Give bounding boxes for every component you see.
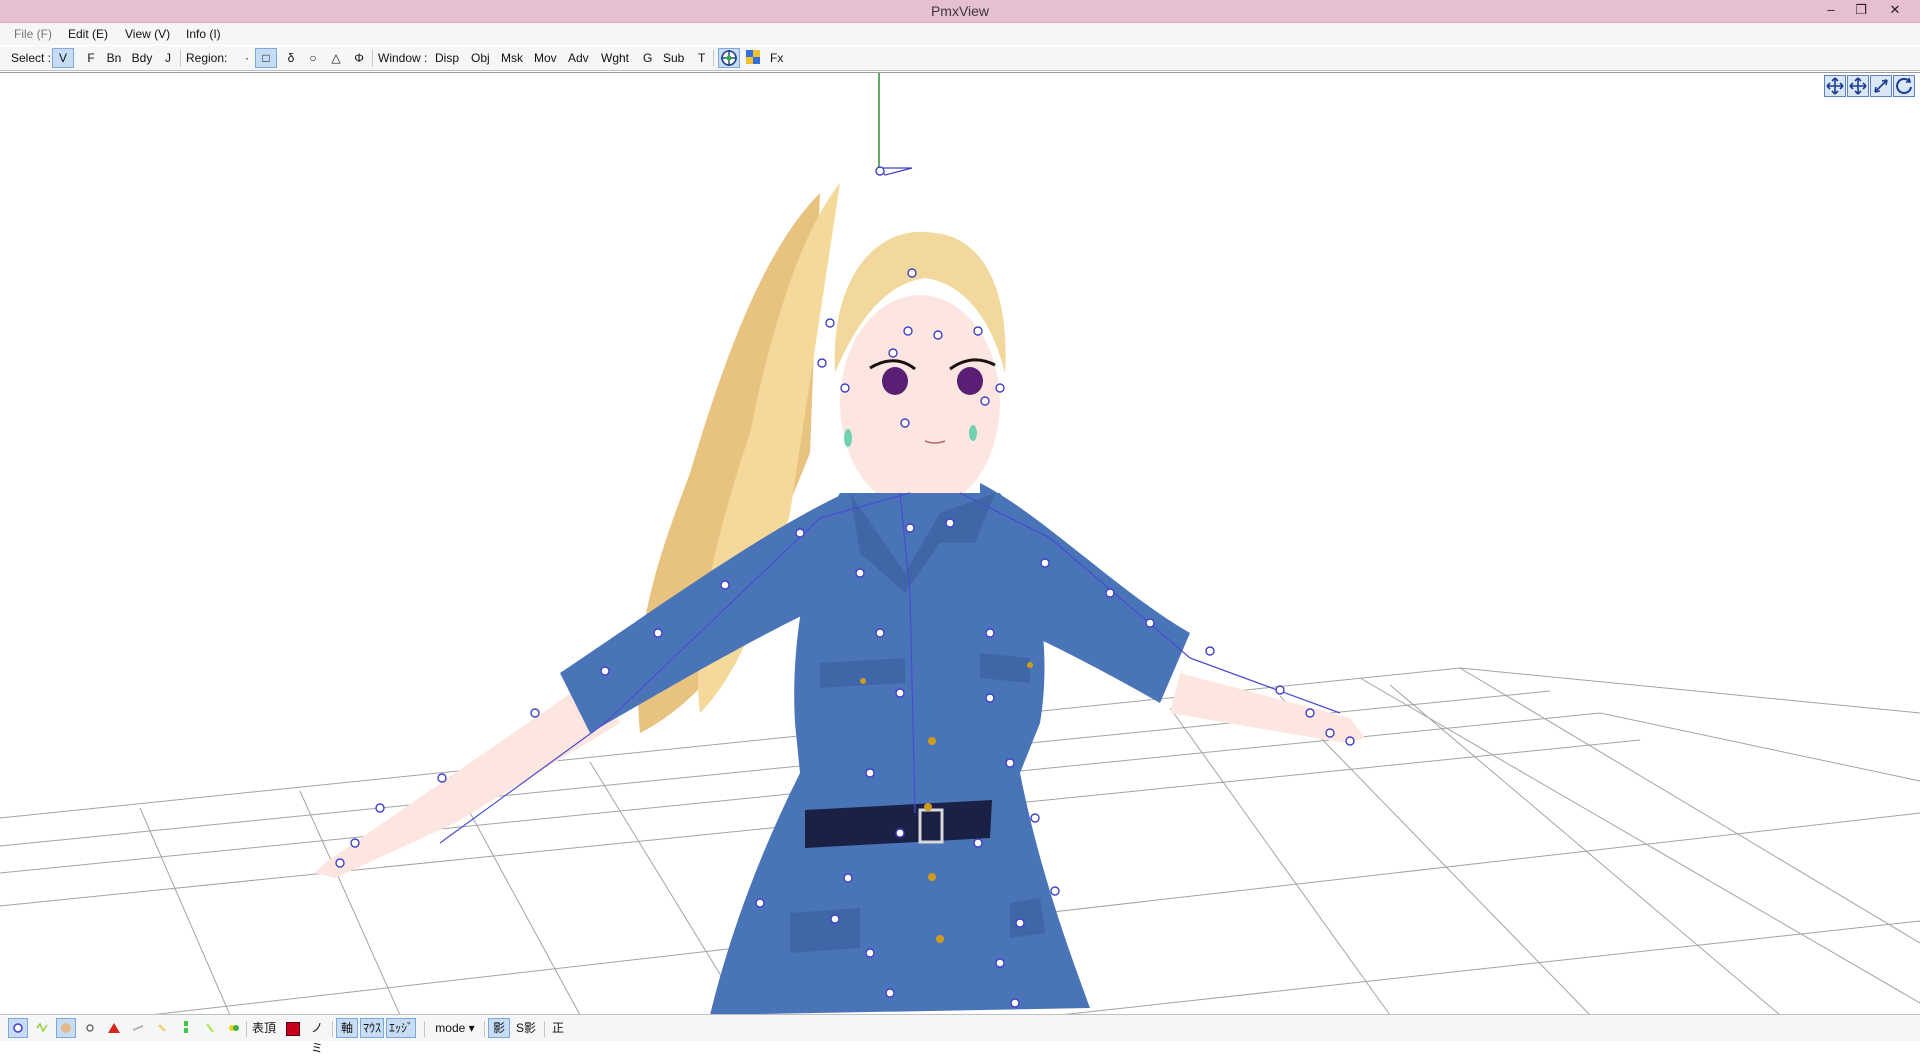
status-separator xyxy=(544,1021,545,1037)
model-viewport[interactable] xyxy=(0,72,1920,1016)
menu-edit[interactable]: Edit (E) xyxy=(68,23,108,45)
window-obj-button[interactable]: Obj xyxy=(468,48,493,68)
window-label: Window : xyxy=(378,51,428,65)
move-xz-icon[interactable] xyxy=(1847,75,1869,97)
menu-info[interactable]: Info (I) xyxy=(186,23,221,45)
status-bar: 表頂 ノミ 軸 ﾏｳｽ ｴｯｼﾞ mode ▾ 影 S影 正 xyxy=(0,1014,1920,1055)
menu-file[interactable]: File (F) xyxy=(14,23,52,45)
region-triangle-button[interactable]: △ xyxy=(325,48,347,68)
window-sub-button[interactable]: Sub xyxy=(660,48,687,68)
zoom-icon[interactable] xyxy=(1870,75,1892,97)
mouse-toggle[interactable]: ﾏｳｽ xyxy=(360,1018,384,1038)
menu-bar: File (F) Edit (E) View (V) Info (I) xyxy=(0,23,1920,45)
window-msk-button[interactable]: Msk xyxy=(498,48,526,68)
region-phi-button[interactable]: Φ xyxy=(348,48,370,68)
region-label: Region: xyxy=(186,51,228,65)
menu-view[interactable]: View (V) xyxy=(125,23,170,45)
viewport-canvas[interactable] xyxy=(0,73,1920,1015)
toolbar: Select : V F Bn Bdy J Region: · □ δ ○ △ … xyxy=(0,46,1920,71)
toolbar-separator xyxy=(372,50,373,66)
bodies-icon[interactable] xyxy=(224,1018,244,1038)
region-lasso-button[interactable]: δ xyxy=(280,48,302,68)
material-color-swatch[interactable] xyxy=(284,1018,302,1038)
left-eye xyxy=(882,367,908,395)
axis-toggle[interactable]: 軸 xyxy=(336,1018,358,1038)
select-bone-button[interactable]: Bn xyxy=(100,48,128,68)
point-icon[interactable] xyxy=(80,1018,100,1038)
rotate-icon[interactable] xyxy=(1893,75,1915,97)
title-bar: PmxView – ❐ ✕ xyxy=(0,0,1920,23)
mode-dropdown[interactable]: mode ▾ xyxy=(430,1018,480,1038)
status-separator xyxy=(246,1021,247,1037)
grid-icon[interactable] xyxy=(742,48,764,68)
physics-icon[interactable] xyxy=(200,1018,220,1038)
triangle-icon[interactable] xyxy=(104,1018,124,1038)
right-eye xyxy=(957,367,983,395)
self-shadow-toggle[interactable]: S影 xyxy=(512,1018,540,1038)
toolbar-separator xyxy=(713,50,714,66)
minimize-icon[interactable]: – xyxy=(1816,0,1846,20)
ik-icon[interactable] xyxy=(176,1018,196,1038)
mode-label: mode xyxy=(435,1021,466,1035)
status-separator xyxy=(424,1021,425,1037)
target-icon[interactable] xyxy=(718,48,740,68)
region-rect-button[interactable]: □ xyxy=(255,48,277,68)
select-body-button[interactable]: Bdy xyxy=(125,48,159,68)
move-xy-icon[interactable] xyxy=(1824,75,1846,97)
left-arm xyxy=(315,673,620,878)
window-disp-button[interactable]: Disp xyxy=(432,48,462,68)
material-icon[interactable] xyxy=(56,1018,76,1038)
window-adv-button[interactable]: Adv xyxy=(565,48,592,68)
right-arm xyxy=(1170,673,1365,743)
shadow-toggle[interactable]: 影 xyxy=(488,1018,510,1038)
edge-toggle[interactable]: ｴｯｼﾞ xyxy=(386,1018,416,1038)
restore-icon[interactable]: ❐ xyxy=(1846,0,1876,20)
vertex-dot-icon[interactable] xyxy=(8,1018,28,1038)
select-label: Select : xyxy=(11,51,52,65)
status-separator xyxy=(332,1021,333,1037)
morph-icon[interactable] xyxy=(32,1018,52,1038)
window-mov-button[interactable]: Mov xyxy=(531,48,560,68)
nomi-button[interactable]: ノミ xyxy=(306,1018,328,1055)
fx-button[interactable]: Fx xyxy=(767,48,786,68)
select-vertex-button[interactable]: V xyxy=(52,48,74,68)
weight-icon[interactable] xyxy=(128,1018,148,1038)
window-wght-button[interactable]: Wght xyxy=(598,48,632,68)
toolbar-separator xyxy=(180,50,181,66)
orthographic-toggle[interactable]: 正 xyxy=(548,1018,568,1038)
close-icon[interactable]: ✕ xyxy=(1880,0,1910,20)
bone-icon[interactable] xyxy=(152,1018,172,1038)
window-title: PmxView xyxy=(930,3,990,19)
surface-top-button[interactable]: 表頂 xyxy=(250,1018,278,1038)
select-face-button[interactable]: F xyxy=(80,48,102,68)
region-circle-button[interactable]: ○ xyxy=(302,48,324,68)
status-separator xyxy=(484,1021,485,1037)
select-joint-button[interactable]: J xyxy=(157,48,179,68)
window-g-button[interactable]: G xyxy=(640,48,655,68)
window-t-button[interactable]: T xyxy=(695,48,708,68)
